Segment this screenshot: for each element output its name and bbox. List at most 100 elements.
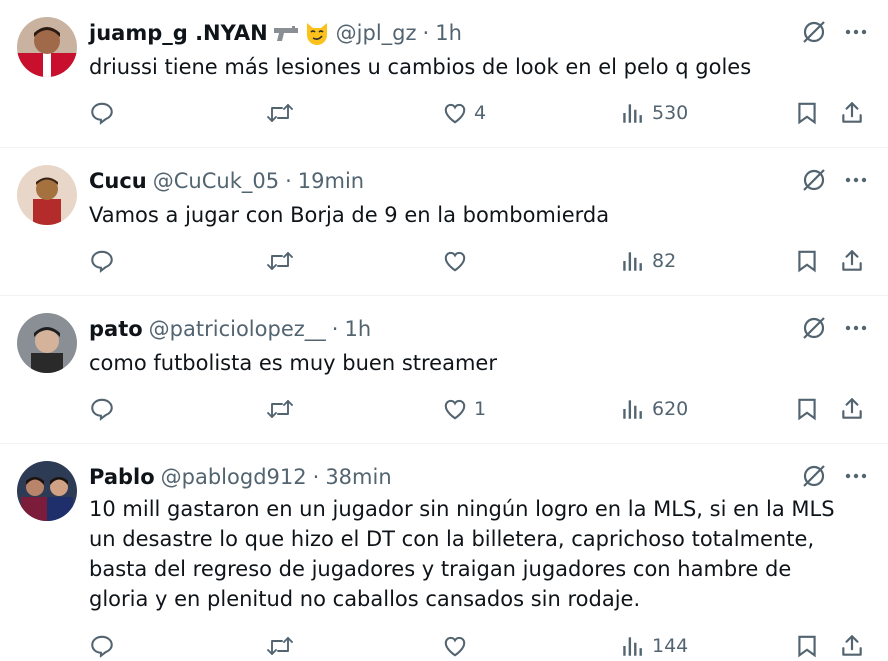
grok-icon[interactable] <box>800 314 828 342</box>
handle[interactable]: @patriciolopez__ <box>149 317 326 341</box>
share-button[interactable] <box>839 246 865 276</box>
reply-button[interactable] <box>89 631 121 661</box>
share-icon <box>839 396 865 422</box>
bookmark-icon <box>794 633 820 659</box>
bookmark-icon <box>794 396 820 422</box>
retweet-icon <box>265 633 295 659</box>
display-name[interactable]: Pablo <box>89 465 155 489</box>
handle[interactable]: @jpl_gz <box>336 21 417 45</box>
reply-button[interactable] <box>89 246 121 276</box>
share-button[interactable] <box>839 631 865 661</box>
bookmark-icon <box>794 100 820 126</box>
avatar[interactable] <box>17 165 77 225</box>
heart-icon <box>442 248 468 274</box>
view-count: 82 <box>652 250 677 272</box>
tweet-header: pato @patriciolopez__ · 1h <box>89 314 371 344</box>
like-count: 1 <box>474 398 487 420</box>
heart-icon <box>442 100 468 126</box>
grok-icon[interactable] <box>800 18 828 46</box>
separator: · <box>285 169 292 193</box>
separator: · <box>331 317 339 341</box>
pistol-icon <box>272 24 300 42</box>
view-count: 530 <box>652 102 689 124</box>
retweet-button[interactable] <box>265 394 301 424</box>
display-name[interactable]: pato <box>89 317 143 341</box>
action-bar: 144 <box>89 631 869 661</box>
more-options-icon[interactable] <box>844 464 868 488</box>
tweet[interactable]: Cucu @CuCuk_05 · 19min Vamos a jugar con… <box>0 148 888 296</box>
handle[interactable]: @pablogd912 <box>161 465 307 489</box>
tweet-top-actions <box>800 314 868 342</box>
tweet-text: Vamos a jugar con Borja de 9 en la bombo… <box>89 203 610 227</box>
reply-feed: juamp_g .NYAN @jpl_gz · 1h driussi tiene… <box>0 0 888 661</box>
views-button[interactable]: 620 <box>620 394 688 424</box>
action-bar: 4 530 <box>89 98 869 128</box>
tweet-top-actions <box>800 18 868 46</box>
grok-icon[interactable] <box>800 166 828 194</box>
grok-icon[interactable] <box>800 462 828 490</box>
tweet-header: juamp_g .NYAN @jpl_gz · 1h <box>89 18 462 48</box>
heart-icon <box>442 633 468 659</box>
views-icon <box>620 633 646 659</box>
handle[interactable]: @CuCuk_05 <box>153 169 279 193</box>
avatar[interactable] <box>17 313 77 373</box>
like-count: 4 <box>474 102 487 124</box>
tweet[interactable]: Pablo @pablogd912 · 38min 10 mill gastar… <box>0 444 888 661</box>
retweet-icon <box>265 248 295 274</box>
reply-icon <box>89 100 115 126</box>
like-button[interactable] <box>442 631 474 661</box>
views-icon <box>620 396 646 422</box>
display-name[interactable]: Cucu <box>89 169 147 193</box>
more-options-icon[interactable] <box>844 20 868 44</box>
like-button[interactable] <box>442 246 474 276</box>
views-button[interactable]: 530 <box>620 98 688 128</box>
smirking-cat-icon <box>304 20 330 46</box>
timestamp[interactable]: 1h <box>344 317 371 341</box>
view-count: 144 <box>652 635 689 657</box>
heart-icon <box>442 396 468 422</box>
action-bar: 82 <box>89 246 869 276</box>
views-icon <box>620 248 646 274</box>
share-icon <box>839 100 865 126</box>
more-options-icon[interactable] <box>844 168 868 192</box>
like-button[interactable]: 1 <box>442 394 486 424</box>
avatar[interactable] <box>17 17 77 77</box>
tweet-text: como futbolista es muy buen streamer <box>89 351 497 375</box>
bookmark-button[interactable] <box>794 631 820 661</box>
tweet-text: driussi tiene más lesiones u cambios de … <box>89 55 752 79</box>
action-bar: 1 620 <box>89 394 869 424</box>
retweet-icon <box>265 396 295 422</box>
reply-button[interactable] <box>89 98 121 128</box>
reply-icon <box>89 633 115 659</box>
timestamp[interactable]: 19min <box>298 169 364 193</box>
bookmark-button[interactable] <box>794 394 820 424</box>
tweet-top-actions <box>800 166 868 194</box>
views-icon <box>620 100 646 126</box>
tweet-top-actions <box>800 462 868 490</box>
share-icon <box>839 248 865 274</box>
avatar[interactable] <box>17 461 77 521</box>
like-button[interactable]: 4 <box>442 98 486 128</box>
retweet-icon <box>265 100 295 126</box>
timestamp[interactable]: 1h <box>435 21 462 45</box>
tweet[interactable]: pato @patriciolopez__ · 1h como futbolis… <box>0 296 888 444</box>
views-button[interactable]: 144 <box>620 631 688 661</box>
tweet-text: 10 mill gastaron en un jugador sin ningú… <box>89 497 835 611</box>
reply-button[interactable] <box>89 394 121 424</box>
retweet-button[interactable] <box>265 98 301 128</box>
bookmark-button[interactable] <box>794 246 820 276</box>
share-button[interactable] <box>839 98 865 128</box>
reply-icon <box>89 396 115 422</box>
reply-icon <box>89 248 115 274</box>
display-name[interactable]: juamp_g .NYAN <box>89 21 268 45</box>
views-button[interactable]: 82 <box>620 246 676 276</box>
retweet-button[interactable] <box>265 631 301 661</box>
more-options-icon[interactable] <box>844 316 868 340</box>
bookmark-button[interactable] <box>794 98 820 128</box>
timestamp[interactable]: 38min <box>325 465 391 489</box>
tweet-header: Cucu @CuCuk_05 · 19min <box>89 166 364 196</box>
separator: · <box>312 465 320 489</box>
retweet-button[interactable] <box>265 246 301 276</box>
share-button[interactable] <box>839 394 865 424</box>
tweet[interactable]: juamp_g .NYAN @jpl_gz · 1h driussi tiene… <box>0 0 888 148</box>
